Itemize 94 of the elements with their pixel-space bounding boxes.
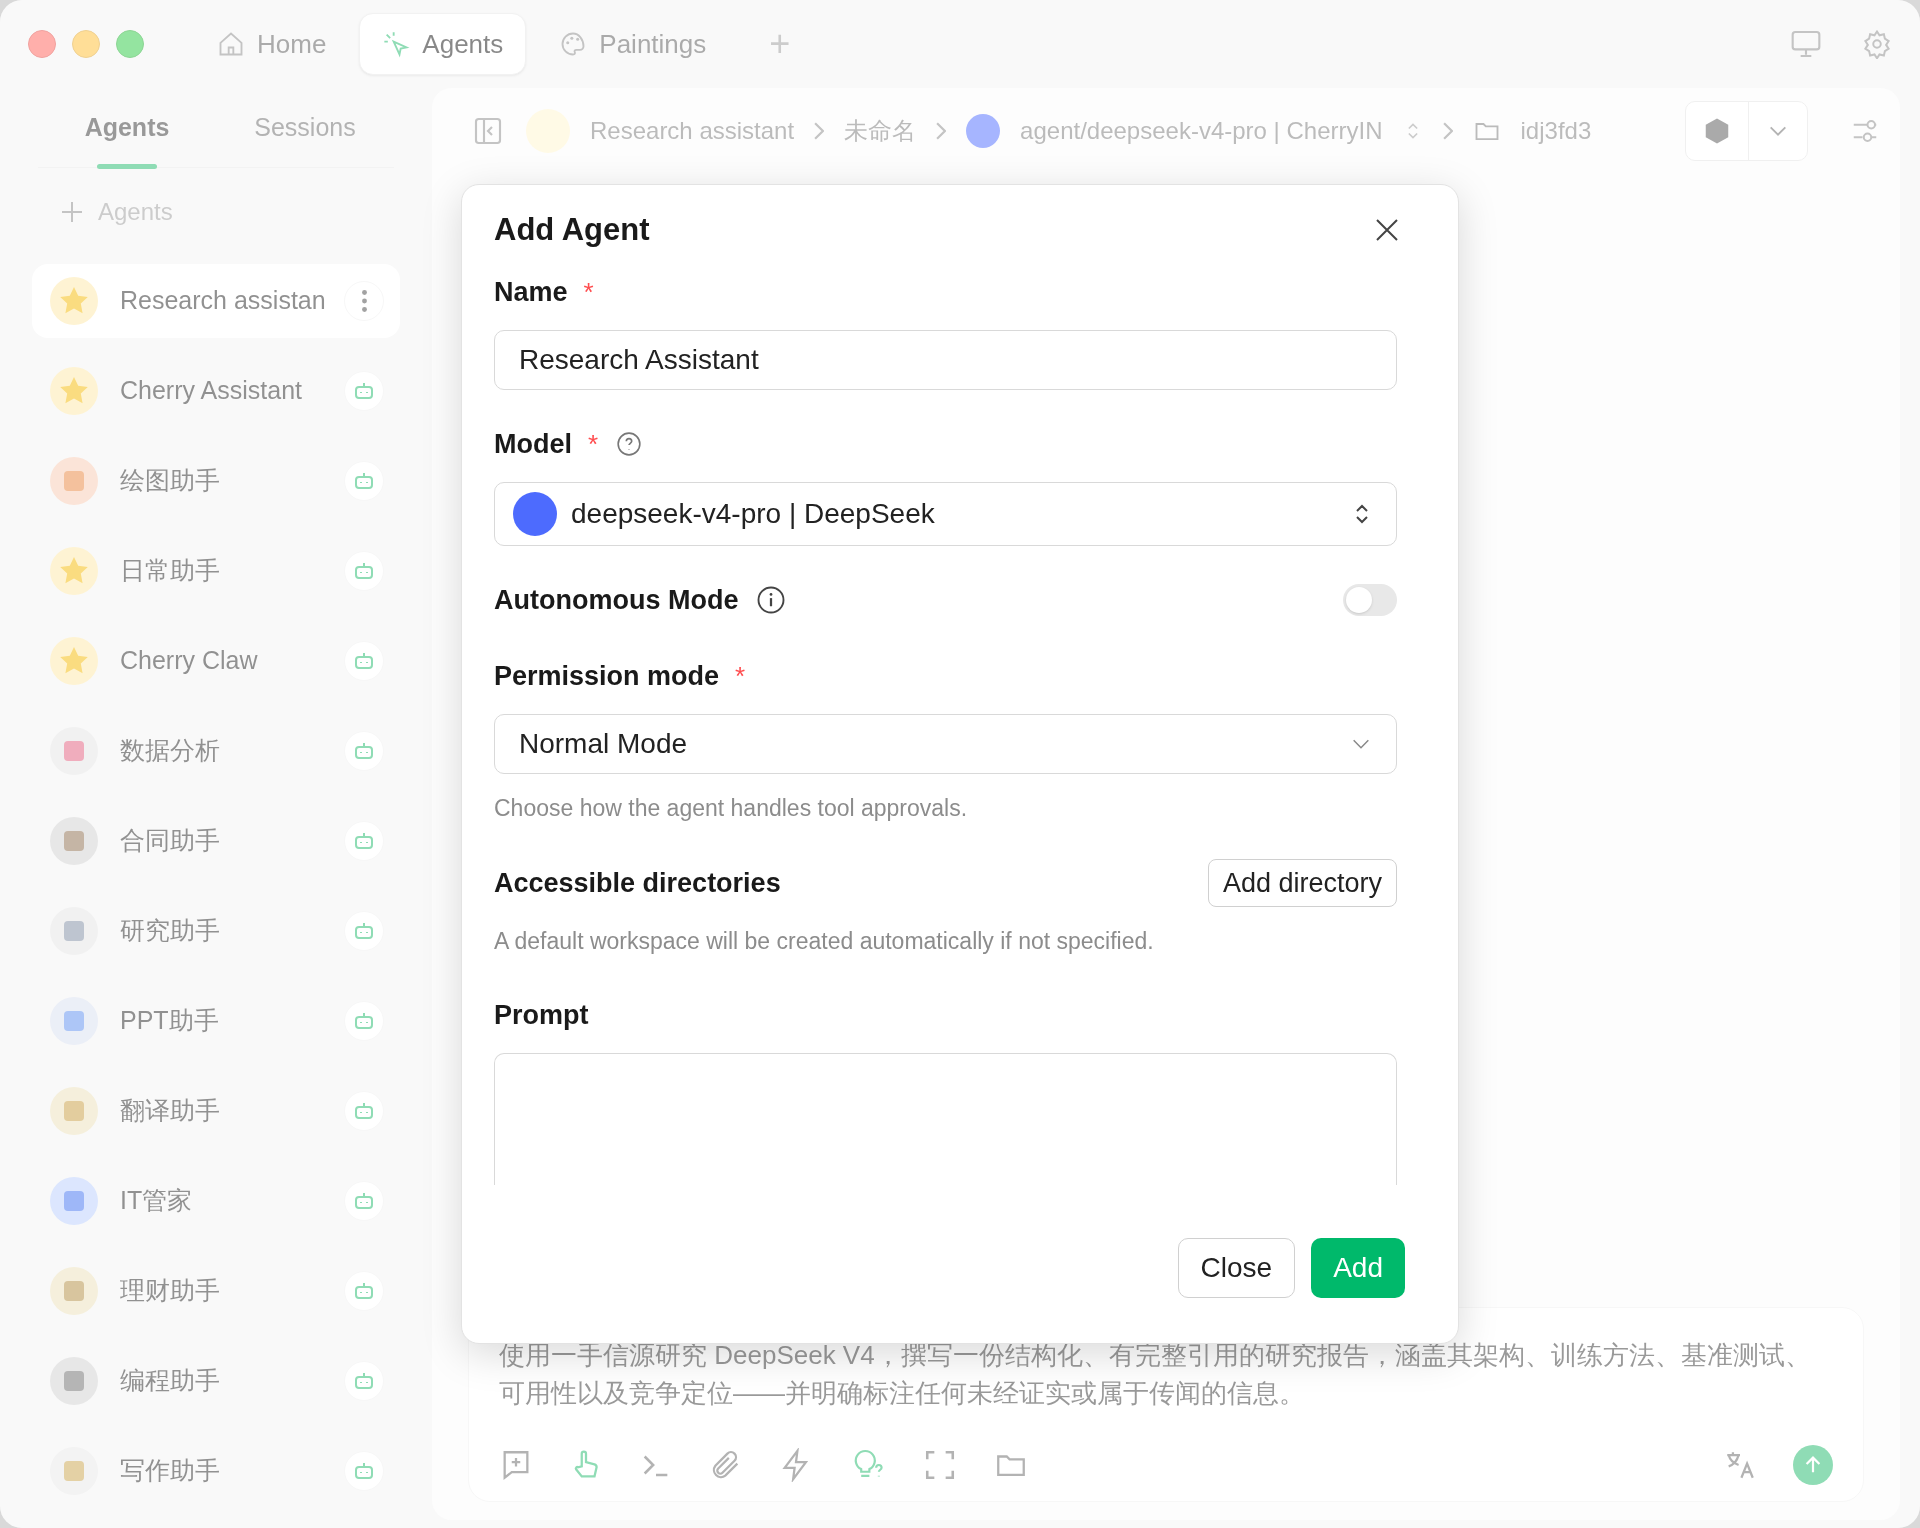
sidebar-tab[interactable]: Agents [38, 88, 216, 167]
avatar-icon [50, 907, 98, 955]
required-marker: * [735, 659, 746, 693]
agent-name: Research assistan [120, 285, 326, 317]
agent-list-item[interactable]: 数据分析 [32, 714, 400, 788]
model-select-value: deepseek-v4-pro | DeepSeek [571, 497, 935, 531]
add-button[interactable]: Add [1311, 1238, 1405, 1298]
agent-list-item[interactable]: 编程助手 [32, 1344, 400, 1418]
avatar-icon [50, 277, 98, 325]
avatar-icon [50, 1087, 98, 1135]
hint-text: A default workspace will be created automatically if not specified. [494, 927, 1155, 956]
plus-icon[interactable] [60, 200, 84, 224]
more-options-button[interactable] [344, 281, 384, 321]
chevron-right-icon [1442, 122, 1453, 140]
maximize-window-button[interactable] [116, 30, 144, 58]
agent-list-item[interactable]: 翻译助手 [32, 1074, 400, 1148]
cursor-click-icon [382, 30, 411, 58]
model-logo-icon [966, 114, 1001, 148]
agent-name: 绘图助手 [120, 465, 220, 497]
agent-list-item[interactable]: Cherry Claw [32, 624, 400, 698]
agent-name: 日常助手 [120, 555, 220, 587]
avatar-icon [50, 1267, 98, 1315]
chevron-right-icon [814, 122, 825, 140]
field-label: Autonomous Mode [494, 583, 739, 617]
monitor-icon[interactable] [1790, 29, 1822, 59]
autonomous-mode-toggle[interactable] [1343, 584, 1397, 616]
avatar-icon [50, 1357, 98, 1405]
agent-list-item[interactable]: 写作助手 [32, 1434, 400, 1508]
prompt-input-field[interactable] [494, 1053, 1397, 1185]
minimize-window-button[interactable] [72, 30, 100, 58]
permission-select[interactable]: Normal Mode [494, 714, 1397, 774]
dialog-title: Add Agent [494, 210, 650, 249]
agent-list-item[interactable]: PPT助手 [32, 984, 400, 1058]
field-label: Model [494, 427, 572, 461]
agent-name: 研究助手 [120, 915, 220, 947]
agent-list-item[interactable]: IT管家 [32, 1164, 400, 1238]
agent-name: PPT助手 [120, 1005, 219, 1037]
tab[interactable]: Agents [359, 13, 527, 75]
agent-name: 合同助手 [120, 825, 220, 857]
help-icon [616, 431, 643, 457]
agent-list-item[interactable]: 合同助手 [32, 804, 400, 878]
agent-list-item[interactable]: 绘图助手 [32, 444, 400, 518]
model-logo-icon [513, 492, 557, 536]
agent-name: 写作助手 [120, 1455, 220, 1487]
add-directory-button[interactable]: Add directory [1207, 859, 1397, 907]
agent-name: IT管家 [120, 1185, 193, 1217]
agent-name: 数据分析 [120, 735, 220, 767]
field-label: Prompt [494, 998, 589, 1032]
required-marker: * [588, 427, 599, 461]
permission-select-value: Normal Mode [519, 727, 688, 761]
agent-name: Cherry Assistant [120, 375, 302, 407]
new-tab-button[interactable]: + [769, 26, 791, 62]
home-icon [217, 30, 245, 58]
model-select[interactable]: deepseek-v4-pro | DeepSeek [494, 482, 1397, 546]
info-icon [756, 585, 787, 615]
avatar-icon [50, 367, 98, 415]
agent-list-item[interactable]: Research assistan [32, 264, 400, 338]
agent-name: 理财助手 [120, 1275, 220, 1307]
agent-name: 编程助手 [120, 1365, 220, 1397]
breadcrumb-item[interactable]: 未命名 [844, 113, 917, 149]
avatar-icon [50, 817, 98, 865]
agent-list-item[interactable]: Cherry Assistant [32, 354, 400, 428]
avatar-icon [50, 997, 98, 1045]
close-dialog-button[interactable]: Close [1177, 1238, 1296, 1298]
hint-text: Choose how the agent handles tool approvals. [494, 794, 969, 823]
avatar-icon [50, 547, 98, 595]
sidebar-toggle-icon[interactable] [472, 115, 504, 147]
chevron-right-icon [936, 122, 947, 140]
agent-name: 翻译助手 [120, 1095, 220, 1127]
send-button[interactable] [1793, 1445, 1833, 1485]
avatar-icon [50, 727, 98, 775]
name-input-field[interactable]: Research Assistant [494, 330, 1397, 390]
field-label: Accessible directories [494, 866, 781, 900]
field-label: Permission mode [494, 659, 720, 693]
breadcrumb-item[interactable]: Research assistant [590, 113, 795, 149]
required-marker: * [583, 275, 594, 309]
breadcrumb-item[interactable]: idj3fd3 [1520, 113, 1592, 149]
breadcrumb-item[interactable]: agent/deepseek-v4-pro | CherryIN [1020, 113, 1383, 149]
agent-list-item[interactable]: 理财助手 [32, 1254, 400, 1328]
avatar-icon [50, 637, 98, 685]
agent-list-item[interactable]: 研究助手 [32, 894, 400, 968]
agent-list-item[interactable]: 日常助手 [32, 534, 400, 608]
tab[interactable]: Paintings [536, 13, 730, 75]
expand-icon[interactable] [923, 1448, 957, 1482]
avatar-icon [50, 1177, 98, 1225]
avatar-icon [50, 457, 98, 505]
tab[interactable]: Home [194, 13, 350, 75]
close-window-button[interactable] [28, 30, 56, 58]
avatar-icon [50, 1447, 98, 1495]
settings-icon[interactable] [1862, 29, 1892, 59]
sidebar-tab[interactable]: Sessions [216, 88, 394, 167]
agent-name: Cherry Claw [120, 645, 258, 677]
field-label: Name [494, 275, 568, 309]
more-icon [361, 290, 367, 312]
